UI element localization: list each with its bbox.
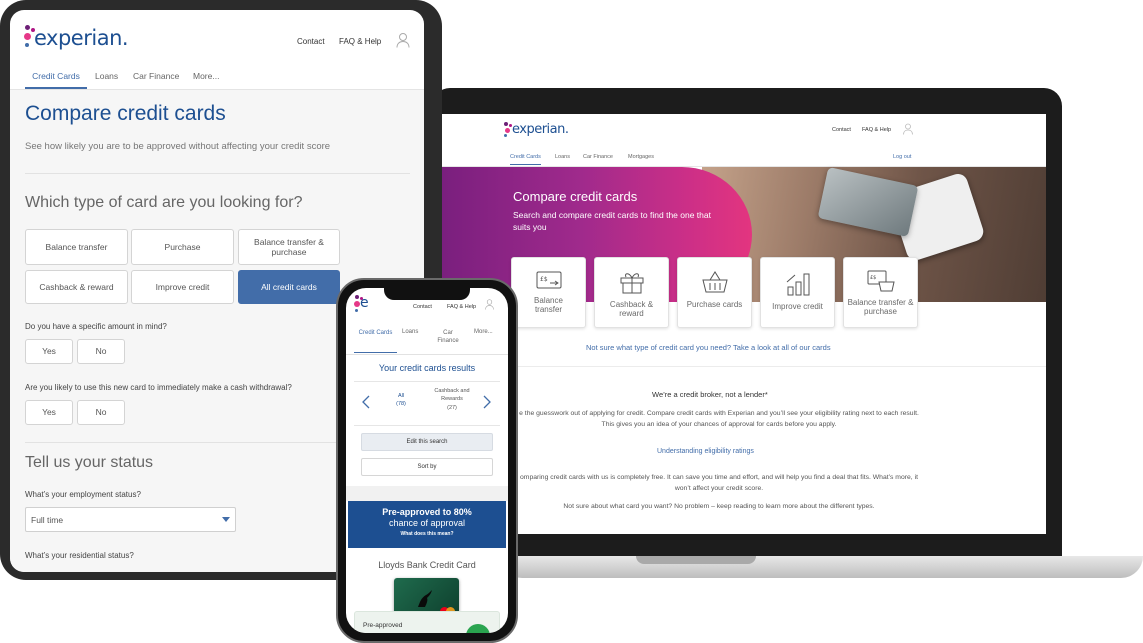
tab-car-finance[interactable]: Car Finance <box>583 154 613 160</box>
edit-search-button[interactable]: Edit this search <box>361 433 493 451</box>
laptop-base-notch <box>636 556 756 564</box>
laptop-base <box>500 556 1143 578</box>
nav-faq[interactable]: FAQ & Help <box>447 304 476 310</box>
tile-label: Cashback & reward <box>609 300 654 319</box>
results-title: Your credit cards results <box>378 363 476 373</box>
chevron-down-icon <box>222 517 230 522</box>
tab-car-finance[interactable]: Car Finance <box>432 329 464 346</box>
tab-loans[interactable]: Loans <box>555 154 570 160</box>
balance-transfer-icon: £$ <box>536 271 561 289</box>
amount-yes-button[interactable]: Yes <box>25 339 73 364</box>
section-bg <box>346 486 508 501</box>
tab-loans[interactable]: Loans <box>95 71 118 81</box>
option-balance-transfer[interactable]: Balance transfer <box>25 229 128 265</box>
logout-link[interactable]: Log out <box>893 154 911 160</box>
option-purchase[interactable]: Purchase <box>131 229 234 265</box>
tile-balance-transfer[interactable]: £$ Balance transfer <box>511 257 586 328</box>
page-subtitle: See how likely you are to be approved wi… <box>25 141 331 152</box>
gift-icon <box>620 273 643 294</box>
tile-label: Balance transfer <box>534 296 563 315</box>
status-heading: Tell us your status <box>25 454 154 471</box>
tile-label: Balance transfer & purchase <box>847 298 914 317</box>
horse-logo-icon <box>418 590 432 607</box>
hero-title: Compare credit cards <box>513 189 638 204</box>
tab-car-finance[interactable]: Car Finance <box>133 71 179 81</box>
all-cards-link[interactable]: Not sure what type of credit card you ne… <box>586 343 831 352</box>
experian-logo-text[interactable]: experian. <box>512 122 569 137</box>
laptop-screen: experian. Contact FAQ & Help Credit Card… <box>442 114 1046 534</box>
user-icon[interactable] <box>485 299 494 310</box>
chevron-right-icon[interactable] <box>483 395 491 409</box>
pre-approved-subtitle: chance of approval <box>388 518 466 528</box>
page-title: Compare credit cards <box>25 102 226 125</box>
basket-icon <box>701 271 728 293</box>
cash-yes-button[interactable]: Yes <box>25 400 73 425</box>
category-all[interactable]: All (78) <box>386 392 416 409</box>
pre-approved-banner: Pre-approved to 80% chance of approval W… <box>348 501 506 548</box>
category-carousel <box>354 381 500 426</box>
tile-label: Improve credit <box>772 302 823 311</box>
hero-subtitle: Search and compare credit cards to find … <box>513 210 711 232</box>
tile-cashback-reward[interactable]: Cashback & reward <box>594 257 669 328</box>
nav-faq[interactable]: FAQ & Help <box>339 37 381 46</box>
employment-question: What’s your employment status? <box>25 490 141 499</box>
option-improve-credit[interactable]: Improve credit <box>131 270 234 304</box>
phone-notch <box>384 288 470 300</box>
nav-contact[interactable]: Contact <box>297 37 325 46</box>
chevron-left-icon[interactable] <box>362 395 370 409</box>
tab-more[interactable]: More... <box>193 71 219 81</box>
svg-text:£$: £$ <box>870 275 876 281</box>
tile-balance-transfer-purchase[interactable]: £$ Balance transfer & purchase <box>843 257 918 328</box>
divider <box>25 173 410 174</box>
tab-mortgages[interactable]: Mortgages <box>628 154 654 160</box>
amount-question: Do you have a specific amount in mind? <box>25 322 167 331</box>
phone-screen: e Contact FAQ & Help Credit Cards Loans … <box>346 288 508 633</box>
section-divider <box>442 366 1046 367</box>
employment-value: Full time <box>31 515 64 525</box>
eligibility-link[interactable]: Understanding eligibility ratings <box>657 448 754 455</box>
nav-faq[interactable]: FAQ & Help <box>862 127 891 133</box>
sort-by-button[interactable]: Sort by <box>361 458 493 476</box>
tab-credit-cards[interactable]: Credit Cards <box>354 329 397 353</box>
nav-contact[interactable]: Contact <box>413 304 432 310</box>
broker-heading: We’re a credit broker, not a lender* <box>652 390 768 399</box>
intro-paragraph: e the guesswork out of applying for cred… <box>519 410 919 429</box>
pre-approved-badge: Pre-approved <box>363 622 403 629</box>
cash-question: Are you likely to use this new card to i… <box>25 383 292 392</box>
svg-text:£$: £$ <box>540 276 548 283</box>
pre-approved-title: Pre-approved to 80% <box>382 507 472 517</box>
experian-logo-text[interactable]: experian. <box>34 26 129 50</box>
not-sure-paragraph: Not sure about what card you want? No pr… <box>563 503 875 510</box>
card-type-question: Which type of card are you looking for? <box>25 194 303 211</box>
option-cashback-reward[interactable]: Cashback & reward <box>25 270 128 304</box>
option-balance-transfer-purchase[interactable]: Balance transfer & purchase <box>238 229 340 265</box>
tab-credit-cards[interactable]: Credit Cards <box>510 154 541 165</box>
card-basket-icon: £$ <box>867 270 895 292</box>
tab-credit-cards[interactable]: Credit Cards <box>25 71 87 89</box>
option-all-credit-cards[interactable]: All credit cards <box>238 270 340 304</box>
card-name: Lloyds Bank Credit Card <box>378 560 476 570</box>
tile-label: Purchase cards <box>686 300 743 309</box>
user-icon[interactable] <box>396 32 410 48</box>
residential-question: What’s your residential status? <box>25 551 134 560</box>
free-paragraph: omparing credit cards with us is complet… <box>520 474 918 493</box>
tile-purchase-cards[interactable]: Purchase cards <box>677 257 752 328</box>
tab-more[interactable]: More... <box>474 329 493 335</box>
cash-no-button[interactable]: No <box>77 400 125 425</box>
amount-no-button[interactable]: No <box>77 339 125 364</box>
header-divider <box>346 354 508 355</box>
employment-select[interactable]: Full time <box>25 507 236 532</box>
experian-logo-text[interactable]: e <box>360 295 369 311</box>
bar-chart-icon <box>786 273 809 296</box>
tab-loans[interactable]: Loans <box>402 329 418 335</box>
nav-contact[interactable]: Contact <box>832 127 851 133</box>
what-does-this-mean-link[interactable]: What does this mean? <box>348 531 506 537</box>
category-cashback[interactable]: Cashback and Rewards (27) <box>431 387 473 412</box>
user-icon[interactable] <box>903 123 913 135</box>
tile-improve-credit[interactable]: Improve credit <box>760 257 835 328</box>
